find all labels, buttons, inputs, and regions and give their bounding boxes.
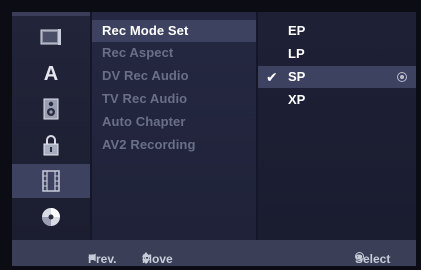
option-label: SP: [288, 69, 306, 84]
category-sidebar: A: [12, 12, 90, 240]
option-ep[interactable]: EP: [258, 20, 416, 42]
language-icon[interactable]: A: [12, 56, 90, 90]
select-button-icon: [397, 72, 407, 82]
menu-item-tv-rec-audio[interactable]: TV Rec Audio: [102, 88, 187, 110]
navigation-hint-bar: ◀ Prev. Move Select: [12, 240, 416, 266]
audio-speaker-icon[interactable]: [12, 92, 90, 126]
menu-item-rec-aspect[interactable]: Rec Aspect: [102, 42, 173, 64]
option-label: LP: [288, 46, 305, 61]
svg-text:A: A: [44, 63, 58, 84]
option-label: XP: [288, 92, 306, 107]
menu-item-rec-mode-set[interactable]: Rec Mode Set: [92, 20, 256, 42]
move-label: Move: [142, 252, 173, 266]
dvd-setup-screen: A Rec Mode Set Rec Aspect DV Rec Audio T…: [0, 0, 421, 270]
settings-menu: Rec Mode Set Rec Aspect DV Rec Audio TV …: [92, 12, 256, 240]
option-sp[interactable]: ✔ SP: [258, 66, 416, 88]
option-label: EP: [288, 23, 306, 38]
tv-setup-icon[interactable]: [12, 20, 90, 54]
disc-icon[interactable]: [12, 200, 90, 234]
menu-item-auto-chapter[interactable]: Auto Chapter: [102, 111, 186, 133]
menu-item-av2-recording[interactable]: AV2 Recording: [102, 134, 196, 156]
options-list: EP LP ✔ SP XP: [258, 12, 416, 240]
checkmark-icon: ✔: [266, 69, 278, 85]
prev-label: Prev.: [88, 252, 117, 266]
option-xp[interactable]: XP: [258, 89, 416, 111]
menu-item-dv-rec-audio[interactable]: DV Rec Audio: [102, 65, 189, 87]
lock-icon[interactable]: [12, 128, 90, 162]
option-lp[interactable]: LP: [258, 43, 416, 65]
recording-film-icon[interactable]: [12, 164, 90, 198]
select-label: Select: [355, 252, 391, 266]
